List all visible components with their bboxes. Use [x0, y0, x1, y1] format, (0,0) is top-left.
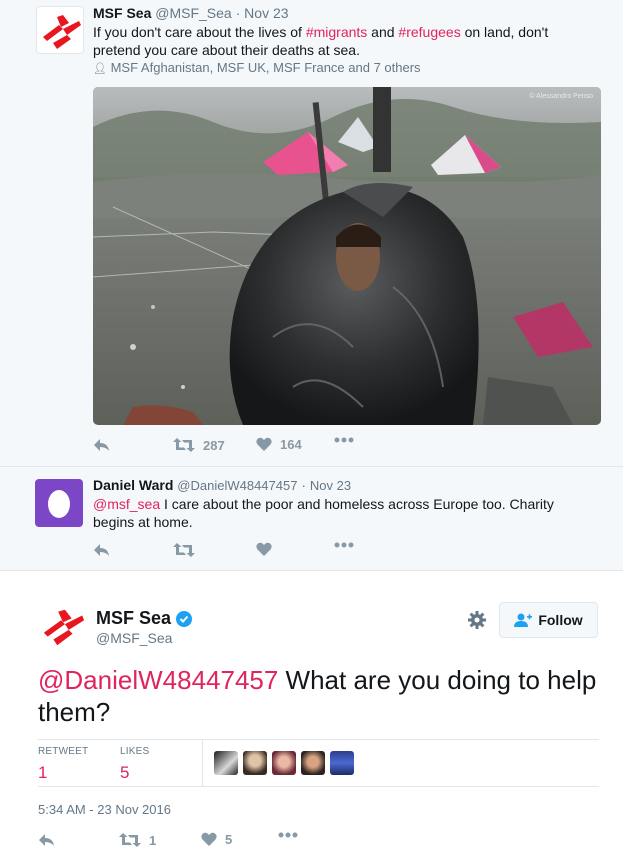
- retweet-count: 1: [149, 832, 157, 848]
- retweet-button[interactable]: 287: [173, 437, 225, 453]
- gear-icon: [468, 611, 486, 629]
- author-name[interactable]: MSF Sea: [93, 5, 151, 21]
- heart-icon: [256, 437, 272, 451]
- tweet-actions: 287 164: [93, 437, 393, 457]
- reply-icon: [39, 834, 54, 846]
- tweet-date[interactable]: Nov 23: [244, 5, 288, 21]
- msf-logo-icon: [43, 15, 81, 49]
- likes-label: LIKES: [120, 746, 150, 757]
- likers-list: [214, 751, 354, 775]
- like-count: 5: [225, 832, 233, 847]
- more-icon: [334, 542, 354, 548]
- tweet-daniel-ward[interactable]: Daniel Ward @DanielW48447457 · Nov 23 @m…: [0, 467, 623, 571]
- avatar[interactable]: [35, 479, 83, 527]
- person-icon: 👤︎: [93, 63, 107, 75]
- author-handle[interactable]: @MSF_Sea: [96, 630, 172, 646]
- tweet-text: @msf_sea I care about the poor and homel…: [93, 495, 573, 531]
- retweet-button[interactable]: [173, 542, 195, 558]
- like-button[interactable]: [256, 542, 272, 557]
- avatar[interactable]: [301, 751, 325, 775]
- reply-icon: [94, 544, 109, 556]
- refugee-camp-photo: © Alessandro Penso: [93, 87, 601, 425]
- reply-button[interactable]: [93, 542, 111, 558]
- retweet-icon: [119, 833, 141, 847]
- like-count: 164: [280, 437, 302, 452]
- author-name[interactable]: MSF Sea: [96, 608, 171, 629]
- avatar[interactable]: [243, 751, 267, 775]
- avatar[interactable]: [38, 604, 88, 650]
- more-icon: [278, 832, 298, 838]
- tweet-header: Daniel Ward @DanielW48447457 · Nov 23: [93, 477, 351, 493]
- reply-button[interactable]: [93, 437, 111, 453]
- author-handle[interactable]: @DanielW48447457: [177, 478, 297, 493]
- retweet-icon: [173, 543, 195, 557]
- tweet-header: MSF Sea @MSF_Sea · Nov 23: [93, 5, 289, 21]
- add-user-icon: [514, 613, 533, 627]
- follow-button[interactable]: Follow: [499, 602, 598, 638]
- more-button[interactable]: [334, 542, 354, 548]
- main-tweet-text: @DanielW48447457 What are you doing to h…: [38, 664, 598, 728]
- divider: [202, 740, 203, 786]
- author-name-row[interactable]: MSF Sea: [96, 608, 193, 629]
- tweet-date[interactable]: Nov 23: [310, 478, 351, 493]
- more-button[interactable]: [334, 437, 354, 443]
- tweet-msf-sea[interactable]: MSF Sea @MSF_Sea · Nov 23 If you don't c…: [0, 0, 623, 466]
- like-button[interactable]: 5: [201, 832, 232, 847]
- egg-avatar-icon: [48, 490, 70, 518]
- author-handle[interactable]: @MSF_Sea: [155, 5, 231, 21]
- retweet-count: 1: [38, 763, 48, 782]
- verified-icon: [176, 610, 193, 627]
- separator-dot: ·: [235, 5, 241, 21]
- tweet-actions: [93, 542, 393, 562]
- heart-icon: [201, 832, 217, 846]
- reply-button[interactable]: [38, 832, 56, 848]
- follow-label: Follow: [538, 612, 583, 628]
- retweet-button[interactable]: 1: [119, 832, 156, 848]
- tagged-users[interactable]: 👤︎ MSF Afghanistan, MSF UK, MSF France a…: [93, 60, 421, 75]
- tweet-text: If you don't care about the lives of #mi…: [93, 23, 593, 59]
- avatar[interactable]: [36, 6, 84, 54]
- retweet-label: RETWEET: [38, 746, 89, 757]
- author-name[interactable]: Daniel Ward: [93, 477, 173, 493]
- tweet-actions: 1 5: [38, 832, 338, 851]
- likes-stat[interactable]: LIKES 5: [120, 746, 149, 783]
- heart-icon: [256, 542, 272, 556]
- mention-danielw[interactable]: @DanielW48447457: [38, 665, 278, 695]
- text-part: and: [367, 24, 399, 40]
- tweet-stats: RETWEET 1 LIKES 5: [38, 739, 599, 787]
- retweet-count: 287: [203, 437, 225, 453]
- tweet-timestamp[interactable]: 5:34 AM - 23 Nov 2016: [38, 802, 171, 817]
- tweet-photo[interactable]: © Alessandro Penso: [93, 87, 601, 425]
- gear-button[interactable]: [467, 610, 487, 635]
- likes-count: 5: [120, 763, 130, 782]
- retweet-stat[interactable]: RETWEET 1: [38, 746, 88, 783]
- avatar[interactable]: [330, 751, 354, 775]
- timeline-context: MSF Sea @MSF_Sea · Nov 23 If you don't c…: [0, 0, 623, 571]
- tagged-users-label: MSF Afghanistan, MSF UK, MSF France and …: [110, 60, 421, 75]
- avatar[interactable]: [214, 751, 238, 775]
- more-button[interactable]: [278, 832, 298, 838]
- text-part: If you don't care about the lives of: [93, 24, 306, 40]
- text-part: I care about the poor and homeless acros…: [93, 496, 554, 530]
- hashtag-refugees[interactable]: #refugees: [398, 24, 460, 40]
- avatar[interactable]: [272, 751, 296, 775]
- reply-icon: [94, 439, 109, 451]
- msf-logo-icon: [43, 609, 85, 646]
- like-button[interactable]: 164: [256, 437, 302, 452]
- retweet-icon: [173, 438, 195, 452]
- mention-msf-sea[interactable]: @msf_sea: [93, 496, 160, 512]
- separator-dot: ·: [301, 477, 307, 493]
- hashtag-migrants[interactable]: #migrants: [306, 24, 367, 40]
- photo-credit: © Alessandro Penso: [529, 92, 593, 100]
- more-icon: [334, 437, 354, 443]
